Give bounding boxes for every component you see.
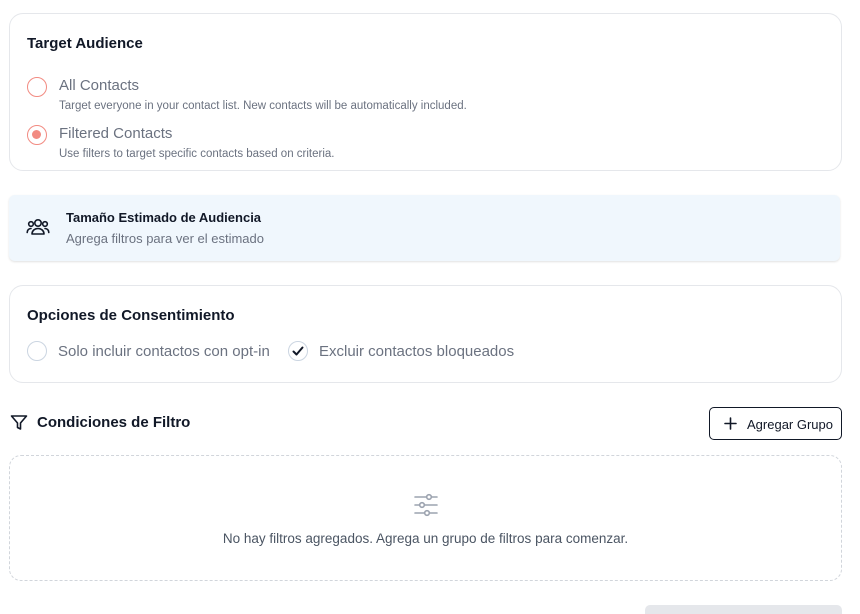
target-audience-card: Target Audience All Contacts Target ever…: [9, 13, 842, 171]
exclude-blocked-label: Excluir contactos bloqueados: [319, 343, 515, 360]
estimate-subtitle: Agrega filtros para ver el estimado: [66, 231, 264, 246]
all-contacts-description: Target everyone in your contact list. Ne…: [59, 100, 467, 112]
sliders-icon: [414, 493, 438, 517]
consent-title: Opciones de Consentimiento: [27, 307, 235, 324]
users-icon: [26, 218, 50, 235]
audience-estimate-panel: Tamaño Estimado de Audiencia Agrega filt…: [9, 195, 840, 261]
all-contacts-label: All Contacts: [59, 77, 140, 94]
check-icon: [292, 346, 304, 356]
empty-filters-message: No hay filtros agregados. Agrega un grup…: [222, 531, 629, 546]
filter-conditions-title: Condiciones de Filtro: [37, 414, 191, 431]
opt-in-only-checkbox[interactable]: [27, 341, 47, 361]
bottom-action-button[interactable]: [645, 605, 842, 614]
filter-icon: [10, 415, 28, 430]
plus-icon: [724, 417, 737, 430]
filtered-contacts-description: Use filters to target specific contacts …: [59, 148, 335, 160]
target-audience-title: Target Audience: [27, 35, 143, 52]
filtered-contacts-radio[interactable]: [27, 125, 47, 145]
estimate-title: Tamaño Estimado de Audiencia: [66, 210, 262, 225]
filter-conditions-header: Condiciones de Filtro Agregar Grupo: [9, 407, 842, 440]
exclude-blocked-checkbox[interactable]: [288, 341, 308, 361]
filtered-contacts-label: Filtered Contacts: [59, 125, 173, 142]
add-group-button[interactable]: Agregar Grupo: [709, 407, 842, 440]
consent-options-card: Opciones de Consentimiento Solo incluir …: [9, 285, 842, 383]
opt-in-only-label: Solo incluir contactos con opt-in: [58, 343, 270, 360]
empty-filters-panel: No hay filtros agregados. Agrega un grup…: [9, 455, 842, 581]
add-group-label: Agregar Grupo: [747, 417, 833, 432]
all-contacts-radio[interactable]: [27, 77, 47, 97]
